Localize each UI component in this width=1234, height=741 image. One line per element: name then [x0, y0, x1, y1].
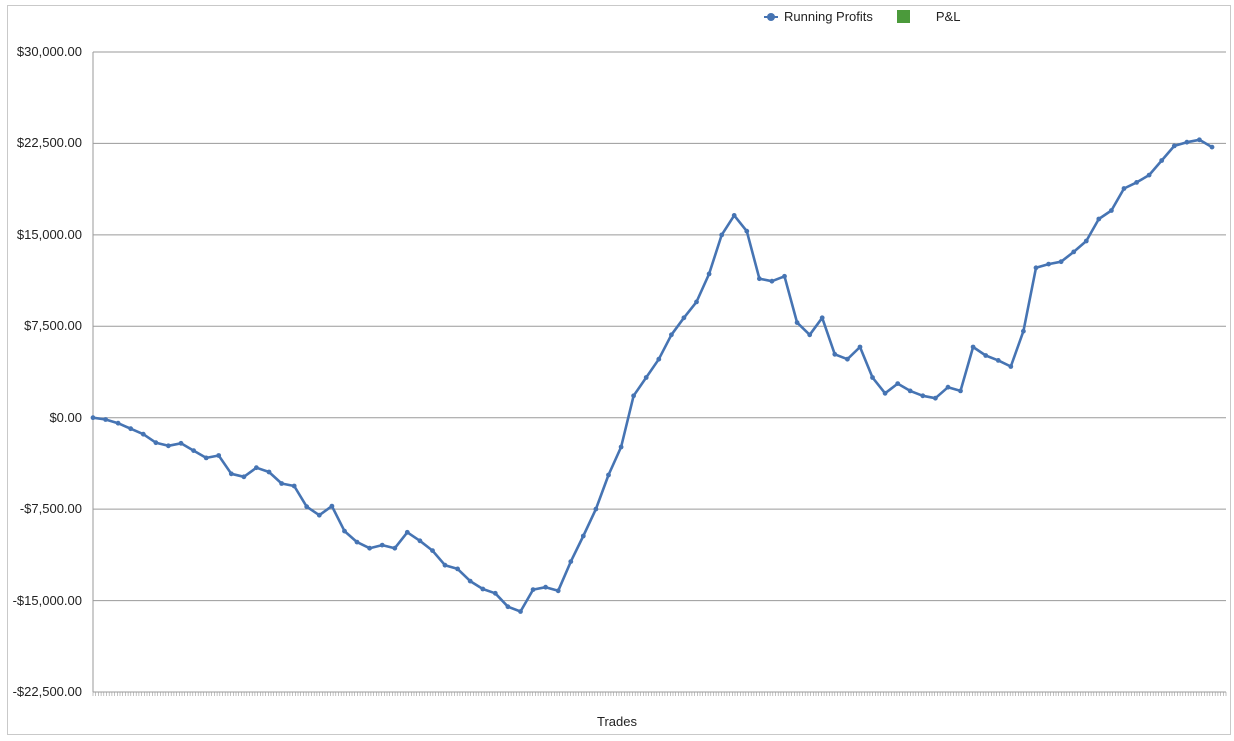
running-profits-point: [580, 533, 586, 539]
running-profits-point: [593, 506, 599, 512]
running-profits-point: [505, 604, 511, 610]
running-profits-point: [203, 455, 209, 461]
running-profits-point: [618, 444, 624, 450]
running-profits-point: [404, 529, 410, 535]
running-profits-point: [254, 465, 259, 471]
running-profits-point: [1008, 364, 1014, 369]
running-profits-point: [1083, 238, 1089, 244]
running-profits-point: [719, 232, 725, 238]
running-profits-point: [90, 415, 96, 421]
running-profits-point: [1033, 265, 1039, 271]
running-profits-point: [920, 393, 926, 399]
running-profits-point: [316, 512, 322, 518]
running-profits-point: [1184, 139, 1190, 145]
running-profits-point: [882, 390, 888, 396]
running-profits-line: [92, 138, 1213, 613]
running-profits-point: [291, 483, 297, 489]
running-profits-point: [103, 417, 108, 422]
running-profits-point: [480, 586, 486, 592]
running-profits-point: [681, 315, 687, 321]
running-profits-point: [266, 469, 272, 475]
running-profits-point: [492, 590, 498, 596]
running-profits-point: [115, 420, 121, 426]
running-profits-point: [907, 388, 913, 394]
running-profits-point: [1159, 158, 1165, 163]
running-profits-point: [643, 375, 649, 380]
running-profits-point: [304, 504, 310, 510]
running-profits-point: [128, 426, 134, 432]
running-profits-point: [1134, 180, 1139, 185]
running-profits-point: [1146, 172, 1152, 178]
running-profits-point: [342, 528, 347, 534]
running-profits-point: [782, 273, 787, 279]
running-profits-point: [706, 271, 712, 277]
running-profits-point: [153, 440, 159, 446]
running-profits-point: [958, 388, 963, 394]
running-profits-point: [1109, 208, 1114, 213]
running-profits-point: [417, 538, 423, 544]
running-profits-point: [379, 542, 385, 548]
running-profits-point: [178, 440, 184, 446]
plot-area: [90, 51, 1227, 696]
running-profits-point: [568, 559, 574, 564]
running-profits-point: [606, 472, 611, 478]
running-profits-point: [354, 539, 360, 545]
running-profits-point: [995, 358, 1001, 363]
running-profits-point: [543, 584, 548, 590]
running-profits-point: [832, 351, 838, 357]
running-profits-point: [191, 448, 197, 453]
running-profits-point: [895, 381, 901, 386]
running-profits-point: [669, 332, 674, 338]
running-profits-point: [794, 320, 800, 325]
running-profits-point: [140, 431, 146, 437]
running-profits-point: [1021, 328, 1026, 334]
running-profits-point: [166, 443, 171, 449]
running-profits-point: [769, 278, 775, 284]
running-profits-point: [807, 332, 813, 338]
running-profits-point: [518, 609, 523, 614]
running-profits-point: [367, 545, 372, 551]
running-profits-point: [1071, 249, 1077, 255]
running-profits-point: [455, 566, 460, 572]
running-profits-point: [933, 395, 938, 401]
running-profits-point: [279, 481, 284, 486]
running-profits-point: [857, 344, 863, 350]
running-profits-point: [1171, 143, 1177, 149]
running-profits-point: [1197, 137, 1202, 143]
running-profits-point: [442, 562, 448, 568]
running-profits-point: [694, 299, 699, 305]
running-profits-point: [983, 353, 989, 358]
running-profits-point: [430, 548, 435, 553]
running-profits-point: [819, 315, 825, 321]
running-profits-point: [1096, 216, 1102, 222]
running-profits-point: [970, 344, 976, 350]
running-profits-point: [656, 356, 662, 362]
running-profits-point: [845, 356, 850, 362]
running-profits-point: [731, 213, 737, 218]
running-profits-point: [329, 503, 335, 509]
running-profits-point: [631, 393, 636, 399]
running-profits-point: [228, 471, 234, 477]
running-profits-point: [757, 276, 762, 282]
running-profits-point: [241, 474, 247, 480]
running-profits-point: [744, 228, 750, 234]
running-profits-point: [555, 588, 561, 594]
running-profits-point: [870, 375, 875, 380]
x-axis-ticks: [92, 692, 1227, 696]
running-profits-point: [1046, 261, 1051, 267]
running-profits-point: [530, 587, 536, 592]
running-profits-point: [467, 578, 473, 584]
x-axis-title: Trades: [597, 714, 637, 729]
running-profits-point: [1058, 259, 1064, 265]
running-profits-point: [216, 453, 222, 458]
running-profits-point: [1121, 186, 1127, 191]
running-profits-point: [392, 545, 398, 551]
running-profits-point: [945, 384, 951, 390]
running-profits-point: [1209, 144, 1215, 150]
